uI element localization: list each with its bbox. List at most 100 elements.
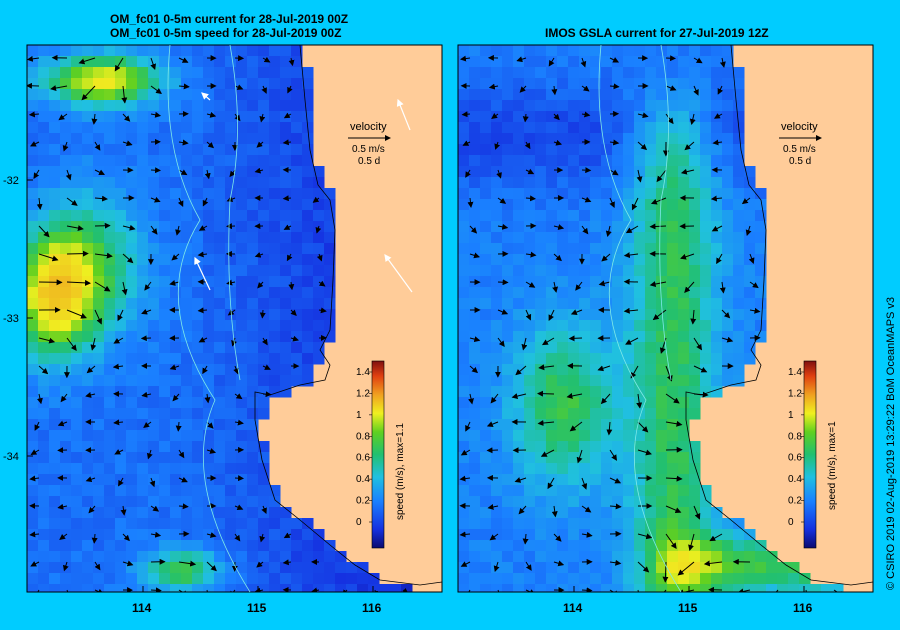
speed-cell: [236, 276, 248, 288]
speed-cell: [524, 144, 536, 156]
speed-cell: [225, 221, 237, 233]
speed-cell: [49, 540, 61, 552]
speed-cell: [170, 463, 182, 475]
speed-cell: [49, 529, 61, 541]
speed-cell: [126, 540, 138, 552]
speed-cell: [491, 342, 503, 354]
speed-cell: [71, 320, 83, 332]
speed-cell: [491, 408, 503, 420]
speed-cell: [247, 111, 259, 123]
speed-cell: [502, 441, 514, 453]
speed-cell: [126, 144, 138, 156]
speed-cell: [612, 562, 624, 574]
speed-cell: [645, 89, 657, 101]
speed-cell: [535, 507, 547, 519]
speed-cell: [623, 188, 635, 200]
speed-cell: [623, 287, 635, 299]
speed-cell: [667, 353, 679, 365]
speed-cell: [170, 122, 182, 134]
speed-cell: [502, 210, 514, 222]
speed-cell: [181, 397, 193, 409]
speed-cell: [137, 232, 149, 244]
speed-cell: [722, 309, 734, 321]
speed-cell: [82, 287, 94, 299]
speed-cell: [93, 133, 105, 145]
speed-cell: [71, 133, 83, 145]
speed-cell: [645, 353, 657, 365]
speed-cell: [93, 430, 105, 442]
speed-cell: [225, 474, 237, 486]
speed-cell: [711, 540, 723, 552]
speed-cell: [126, 573, 138, 585]
speed-cell: [524, 287, 536, 299]
colorbar-tick-label: 0.8: [788, 431, 802, 442]
speed-cell: [170, 408, 182, 420]
speed-cell: [491, 540, 503, 552]
speed-cell: [590, 540, 602, 552]
speed-cell: [159, 485, 171, 497]
speed-cell: [535, 133, 547, 145]
speed-cell: [557, 111, 569, 123]
speed-cell: [324, 573, 336, 585]
speed-cell: [38, 78, 50, 90]
speed-cell: [49, 496, 61, 508]
speed-cell: [126, 331, 138, 343]
speed-cell: [225, 452, 237, 464]
speed-cell: [546, 78, 558, 90]
speed-cell: [137, 485, 149, 497]
speed-cell: [27, 309, 39, 321]
speed-cell: [601, 419, 613, 431]
speed-cell: [126, 463, 138, 475]
speed-cell: [645, 67, 657, 79]
speed-cell: [49, 166, 61, 178]
speed-cell: [524, 133, 536, 145]
speed-cell: [491, 485, 503, 497]
speed-cell: [513, 100, 525, 112]
speed-cell: [656, 320, 668, 332]
speed-cell: [513, 452, 525, 464]
speed-cell: [546, 89, 558, 101]
speed-cell: [27, 397, 39, 409]
speed-cell: [313, 232, 325, 244]
speed-cell: [656, 287, 668, 299]
speed-cell: [568, 573, 580, 585]
speed-cell: [722, 287, 734, 299]
speed-cell: [612, 419, 624, 431]
speed-cell: [722, 166, 734, 178]
speed-cell: [601, 45, 613, 57]
speed-cell: [38, 507, 50, 519]
speed-cell: [137, 144, 149, 156]
speed-cell: [115, 386, 127, 398]
speed-cell: [513, 463, 525, 475]
speed-cell: [225, 364, 237, 376]
speed-cell: [38, 452, 50, 464]
speed-cell: [181, 529, 193, 541]
speed-cell: [181, 155, 193, 167]
speed-cell: [258, 89, 270, 101]
speed-cell: [302, 177, 314, 189]
speed-cell: [689, 210, 701, 222]
right-colorbar: [803, 360, 817, 549]
speed-cell: [689, 386, 701, 398]
speed-cell: [137, 529, 149, 541]
speed-cell: [535, 276, 547, 288]
left-colorbar-label: speed (m/s), max=1.1: [395, 423, 406, 520]
speed-cell: [159, 562, 171, 574]
speed-cell: [71, 584, 83, 592]
speed-cell: [678, 452, 690, 464]
speed-cell: [126, 199, 138, 211]
speed-cell: [513, 232, 525, 244]
speed-cell: [469, 155, 481, 167]
speed-cell: [225, 441, 237, 453]
speed-cell: [82, 518, 94, 530]
speed-cell: [181, 144, 193, 156]
speed-cell: [535, 551, 547, 563]
speed-cell: [667, 419, 679, 431]
speed-cell: [579, 45, 591, 57]
speed-cell: [71, 45, 83, 57]
speed-cell: [203, 419, 215, 431]
speed-cell: [579, 419, 591, 431]
speed-cell: [711, 353, 723, 365]
speed-cell: [137, 342, 149, 354]
speed-cell: [148, 551, 160, 563]
